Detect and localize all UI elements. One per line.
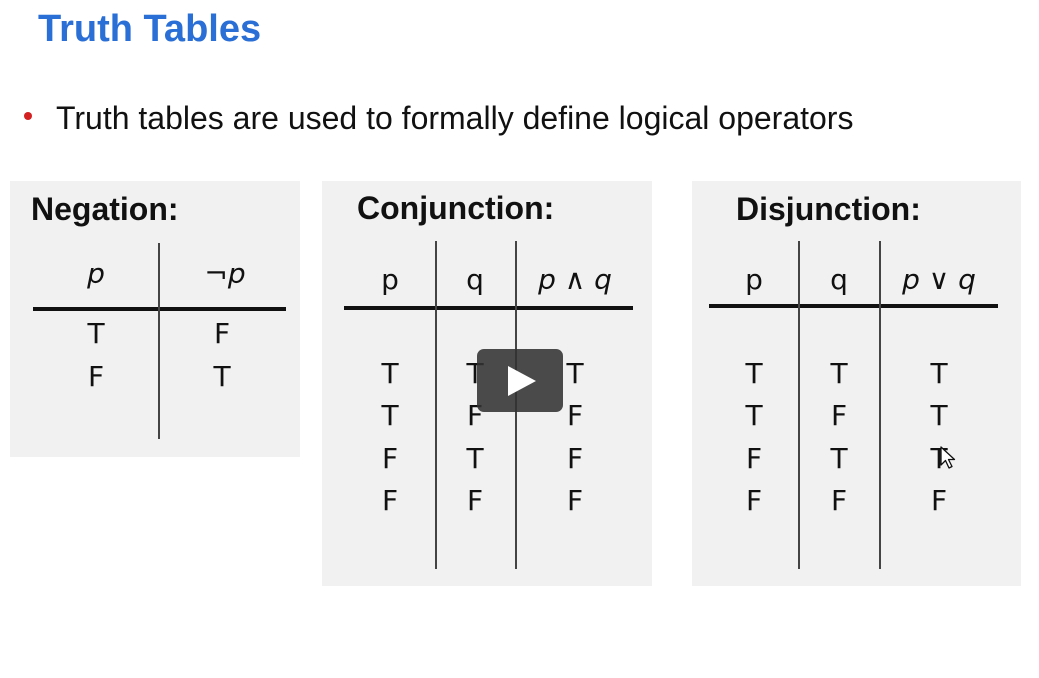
negation-cell: F: [87, 360, 105, 393]
negation-title: Negation:: [31, 191, 179, 227]
conjunction-cell: F: [566, 442, 584, 475]
disjunction-column-divider: [879, 241, 881, 569]
conjunction-cell: F: [566, 399, 584, 432]
disjunction-cell: T: [930, 357, 948, 390]
disjunction-header-q: q: [830, 263, 848, 296]
disjunction-cell: F: [745, 442, 763, 475]
conjunction-cell: T: [466, 442, 484, 475]
mouse-cursor-icon: [940, 446, 956, 469]
bullet-text: Truth tables are used to formally define…: [56, 100, 854, 136]
conjunction-cell: F: [466, 484, 484, 517]
conjunction-cell: T: [381, 357, 399, 390]
conjunction-header-p: p: [381, 263, 399, 296]
conjunction-header-p-and-q: p ∧ q: [538, 263, 612, 296]
conjunction-header-q: q: [466, 263, 484, 296]
play-button[interactable]: [477, 349, 563, 412]
disjunction-cell: F: [830, 399, 848, 432]
slide-title: Truth Tables: [38, 8, 262, 50]
negation-cell: T: [213, 360, 231, 393]
disjunction-cell: T: [745, 357, 763, 390]
negation-cell: T: [87, 317, 105, 350]
conjunction-header-rule: [344, 306, 633, 310]
conjunction-cell: T: [566, 357, 584, 390]
disjunction-cell: F: [930, 484, 948, 517]
disjunction-header-p: p: [745, 263, 763, 296]
disjunction-cell: F: [745, 484, 763, 517]
disjunction-header-rule: [709, 304, 998, 308]
conjunction-cell: T: [381, 399, 399, 432]
play-icon: [508, 366, 536, 396]
conjunction-cell: F: [381, 442, 399, 475]
disjunction-cell: F: [830, 484, 848, 517]
conjunction-cell: F: [381, 484, 399, 517]
disjunction-title: Disjunction:: [736, 191, 921, 227]
disjunction-cell: T: [830, 357, 848, 390]
disjunction-column-divider: [798, 241, 800, 569]
negation-panel: Negation: p ¬p T F F T: [10, 181, 300, 457]
conjunction-column-divider: [435, 241, 437, 569]
disjunction-cell: T: [830, 442, 848, 475]
conjunction-cell: F: [566, 484, 584, 517]
disjunction-cell: T: [930, 399, 948, 432]
negation-cell: F: [213, 317, 231, 350]
disjunction-cell: T: [745, 399, 763, 432]
negation-header-not-p: ¬p: [204, 257, 246, 290]
conjunction-title: Conjunction:: [357, 190, 555, 226]
negation-column-divider: [158, 243, 160, 439]
bullet-dot-icon: [24, 112, 32, 120]
disjunction-header-p-or-q: p ∨ q: [902, 263, 976, 296]
negation-header-p: p: [87, 257, 105, 290]
disjunction-panel: Disjunction: p q p ∨ q T T T T F T F T T…: [692, 181, 1021, 586]
